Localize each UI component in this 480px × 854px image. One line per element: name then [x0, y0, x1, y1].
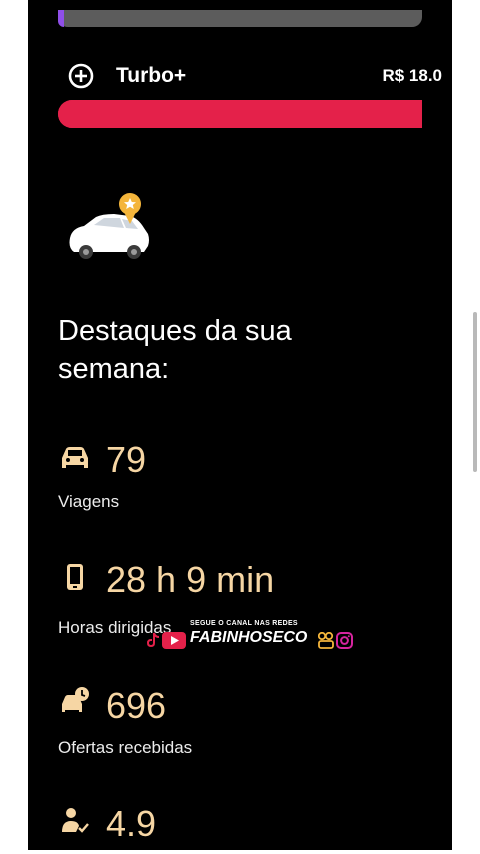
scrollbar-thumb[interactable]	[473, 312, 477, 472]
weekly-summary-panel: Turbo+ R$ 18.0 Destaques da sua semana: …	[28, 0, 452, 854]
stat-label: Ofertas recebidas	[58, 738, 193, 757]
youtube-icon	[162, 632, 186, 649]
plus-circle-icon[interactable]	[68, 63, 94, 89]
stat-value: 28 h 9 min	[106, 559, 275, 600]
top-progress-bar	[58, 10, 422, 27]
top-progress-fill	[58, 10, 64, 27]
kwai-icon	[318, 632, 334, 649]
stat-value: 79	[106, 439, 147, 480]
highlights-title: Destaques da sua semana:	[58, 315, 292, 385]
watermark-tagline: SEGUE O CANAL NAS REDES	[190, 620, 298, 627]
tiktok-icon	[146, 632, 160, 648]
turbo-label: Turbo+	[116, 64, 187, 87]
rating-user-icon	[62, 808, 89, 833]
stat-label: Viagens	[58, 492, 120, 511]
turbo-value: R$ 18.0	[382, 66, 442, 85]
channel-watermark: SEGUE O CANAL NAS REDES FABINHOSECO	[146, 620, 356, 652]
stat-value: 4.9	[106, 803, 157, 844]
turbo-row[interactable]: Turbo+ R$ 18.0	[68, 60, 442, 92]
offers-icon	[62, 687, 89, 712]
watermark-name: FABINHOSECO	[190, 629, 308, 646]
instagram-icon	[336, 632, 353, 649]
turbo-progress-fill	[58, 100, 422, 128]
car-icon	[62, 447, 88, 468]
turbo-progress-bar	[58, 100, 422, 128]
phone-icon	[67, 564, 83, 590]
stat-value: 696	[106, 685, 167, 726]
bottom-edge	[0, 850, 480, 854]
left-margin	[0, 0, 28, 854]
car-with-star-badge-icon	[69, 193, 149, 259]
